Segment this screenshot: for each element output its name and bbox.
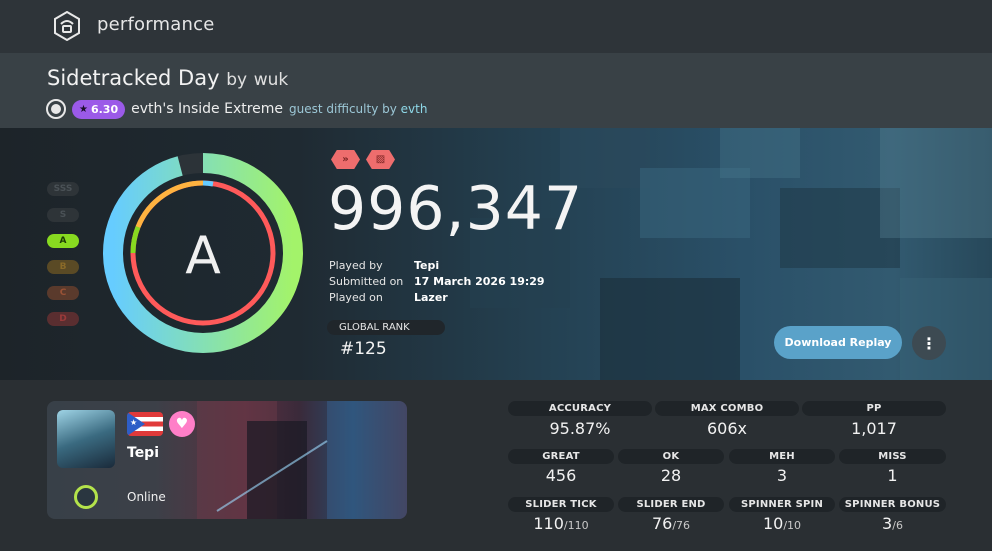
miss-label: MISS	[839, 449, 946, 464]
global-rank-value: #125	[340, 339, 387, 359]
user-card[interactable]: ★ ♥ Tepi Online	[47, 401, 407, 519]
ok-label: OK	[618, 449, 724, 464]
meh-value: 3	[776, 466, 788, 485]
download-replay-button[interactable]: Download Replay	[774, 326, 902, 359]
artist-name: wuk	[253, 70, 289, 90]
rank-c: C	[47, 286, 79, 300]
by-label: by	[226, 70, 248, 90]
spinner-spin-max: /10	[783, 519, 802, 532]
mods-list: » ▨	[331, 150, 395, 169]
star-rating-badge: ★ 6.30	[72, 99, 126, 119]
ok-value: 28	[660, 466, 682, 485]
nightcore-mod-icon: »	[331, 150, 360, 169]
star-icon: ★	[79, 103, 88, 115]
spinner-spin-value: 10/10	[729, 514, 835, 533]
hidden-mod-icon: ▨	[366, 150, 395, 169]
submitted-value: 17 March 2026 19:29	[414, 274, 545, 288]
online-status-icon	[74, 485, 98, 509]
guest-mapper-link[interactable]: evth	[401, 102, 428, 116]
slider-tick-value: 110/110	[508, 514, 614, 533]
great-label: GREAT	[508, 449, 614, 464]
username[interactable]: Tepi	[127, 445, 159, 461]
top-bar: performance	[0, 0, 992, 53]
rank-sss: SSS	[47, 182, 79, 196]
slider-end-label: SLIDER END	[618, 497, 724, 512]
slider-tick-count: 110	[533, 514, 564, 533]
score-hero: SSS S A B C D A » ▨ 996,347 Played by Tep…	[0, 128, 992, 380]
user-status: Online	[127, 490, 166, 504]
guest-difficulty: guest difficulty by evth	[289, 102, 427, 116]
slider-end-max: /76	[672, 519, 691, 532]
played-on-value: Lazer	[414, 290, 448, 304]
accuracy-value: 95.87%	[549, 419, 611, 438]
difficulty-row: ★ 6.30 evth's Inside Extreme guest diffi…	[46, 99, 427, 119]
spinner-bonus-label: SPINNER BONUS	[839, 497, 946, 512]
grade-ring: A	[103, 153, 303, 353]
great-value: 456	[545, 466, 577, 485]
heart-icon: ♥	[169, 411, 195, 437]
submitted-label: Submitted on	[329, 274, 404, 288]
difficulty-name: evth's Inside Extreme	[131, 101, 284, 117]
rank-list: SSS S A B C D	[47, 182, 79, 338]
played-on-label: Played on	[329, 290, 383, 304]
played-by-label: Played by	[329, 258, 383, 272]
rank-d: D	[47, 312, 79, 326]
spinner-spin-count: 10	[762, 514, 784, 533]
miss-value: 1	[887, 466, 898, 485]
spinner-bonus-count: 3	[882, 514, 893, 533]
pp-label: PP	[802, 401, 946, 416]
avatar[interactable]	[57, 410, 115, 468]
score-info: Played by Tepi Submitted on 17 March 2026 …	[329, 257, 545, 305]
max-combo-label: MAX COMBO	[655, 401, 799, 416]
spinner-spin-label: SPINNER SPIN	[729, 497, 835, 512]
slider-tick-max: /110	[563, 519, 589, 532]
rank-s: S	[47, 208, 79, 222]
max-combo-value: 606x	[706, 419, 747, 438]
spinner-bonus-max: /6	[892, 519, 903, 532]
osu-mode-icon	[46, 99, 66, 119]
song-title[interactable]: Sidetracked Day	[47, 66, 220, 90]
played-by-value[interactable]: Tepi	[414, 259, 439, 272]
page-title: performance	[97, 14, 215, 35]
rank-b: B	[47, 260, 79, 274]
total-score: 996,347	[328, 174, 584, 244]
performance-icon	[54, 11, 80, 41]
puerto-rico-flag-icon: ★	[127, 412, 163, 436]
pp-value: 1,017	[851, 419, 897, 438]
grade-letter: A	[185, 226, 221, 286]
star-rating: 6.30	[90, 102, 119, 116]
global-rank-label: GLOBAL RANK	[327, 320, 445, 335]
guest-label: guest difficulty by	[289, 102, 397, 116]
slider-end-count: 76	[651, 514, 673, 533]
slider-end-value: 76/76	[618, 514, 724, 533]
spinner-bonus-value: 3/6	[839, 514, 946, 533]
meh-label: MEH	[729, 449, 835, 464]
beatmap-title[interactable]: Sidetracked Day by wuk	[47, 66, 288, 90]
accuracy-label: ACCURACY	[508, 401, 652, 416]
rank-a: A	[47, 234, 79, 248]
more-vertical-icon[interactable]: ⋮	[912, 326, 946, 360]
slider-tick-label: SLIDER TICK	[508, 497, 614, 512]
beatmap-header: Sidetracked Day by wuk ★ 6.30 evth's Ins…	[0, 53, 992, 128]
